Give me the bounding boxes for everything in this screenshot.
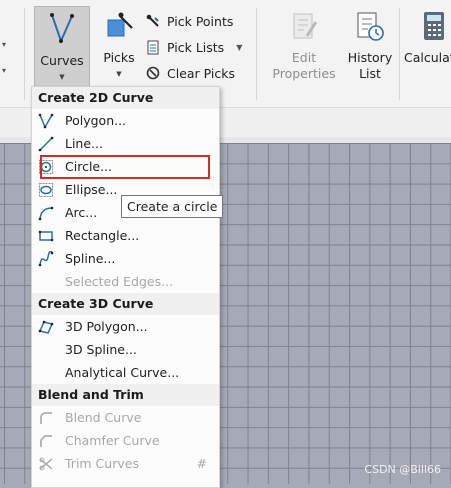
clear-picks-button[interactable]: Clear Picks (146, 63, 235, 83)
history-list-icon (357, 12, 384, 41)
chevron-down-icon: ▼ (116, 70, 122, 78)
picks-button[interactable]: Picks ▼ (96, 8, 142, 92)
menu-item-label: Rectangle... (65, 228, 140, 243)
pick-lists-icon (147, 40, 159, 54)
pick-points-label: Pick Points (167, 13, 234, 29)
pick-points-button[interactable]: Pick Points (146, 11, 233, 31)
ribbon-separator (399, 8, 400, 100)
ribbon-separator (256, 8, 257, 100)
calculator-icon (424, 12, 444, 40)
curves-menu: Create 2D Curve Polygon... Line... Circl… (31, 86, 220, 488)
menu-item-rectangle[interactable]: Rectangle... (32, 224, 219, 247)
chevron-down-icon: ▼ (59, 73, 65, 81)
arc-icon (38, 206, 54, 221)
menu-item-line[interactable]: Line... (32, 132, 219, 155)
menu-item-label: Chamfer Curve (65, 433, 160, 448)
menu-section-2d: Create 2D Curve (32, 87, 219, 109)
calculator-label: Calculat (404, 50, 451, 65)
menu-item-chamfer-curve[interactable]: Chamfer Curve (32, 429, 219, 452)
menu-item-trim-curves[interactable]: Trim Curves # (32, 452, 219, 475)
edit-properties-label-2: Properties (272, 66, 336, 81)
calculator-button[interactable]: Calculat (404, 8, 451, 92)
polygon-icon (38, 113, 54, 129)
history-list-button[interactable]: History List (344, 8, 396, 92)
pick-points-icon (146, 14, 159, 27)
edit-properties-label-1: Edit (291, 50, 317, 65)
pick-lists-label: Pick Lists (167, 39, 225, 55)
curves-icon (50, 13, 74, 44)
menu-item-label: Selected Edges... (65, 274, 174, 289)
spline-icon (38, 251, 54, 267)
menu-item-label: 3D Spline... (65, 342, 137, 357)
menu-item-blend-curve[interactable]: Blend Curve (32, 406, 219, 429)
menu-item-selected-edges[interactable]: Selected Edges... (32, 270, 219, 293)
circle-highlight-box (40, 155, 210, 179)
rectangle-icon (38, 230, 54, 242)
watermark: CSDN @Bill66 (364, 463, 441, 476)
trim-curves-icon (39, 457, 53, 471)
menu-item-label: Line... (65, 136, 103, 151)
menu-item-label: Trim Curves (65, 456, 139, 471)
edit-properties-button[interactable]: Edit Properties (268, 8, 340, 92)
curves-button[interactable]: Curves ▼ (34, 6, 90, 94)
menu-item-label: 3D Polygon... (65, 319, 148, 334)
clear-picks-icon (146, 66, 160, 79)
menu-section-3d: Create 3D Curve (32, 293, 219, 315)
ellipse-icon (39, 183, 53, 197)
menu-item-label: Polygon... (65, 113, 127, 128)
picks-label: Picks (103, 50, 135, 65)
menu-item-label: Arc... (65, 205, 98, 220)
menu-item-label: Spline... (65, 251, 116, 266)
ribbon-separator (24, 8, 25, 100)
ribbon-left-dropdown-arrow-2[interactable]: ▾ (2, 66, 6, 75)
menu-item-label: Blend Curve (65, 410, 142, 425)
menu-section-blend: Blend and Trim (32, 384, 219, 406)
menu-item-analytical-curve[interactable]: Analytical Curve... (32, 361, 219, 384)
picks-icon (107, 12, 133, 37)
line-icon (38, 136, 54, 152)
menu-item-3d-polygon[interactable]: 3D Polygon... (32, 315, 219, 338)
pick-lists-button[interactable]: Pick Lists ▼ (146, 37, 242, 57)
chevron-down-icon: ▼ (236, 42, 243, 52)
menu-item-label: Analytical Curve... (65, 365, 180, 380)
menu-item-3d-spline[interactable]: 3D Spline... (32, 338, 219, 361)
menu-item-label: Ellipse... (65, 182, 118, 197)
clear-picks-label: Clear Picks (167, 65, 236, 81)
menu-item-polygon[interactable]: Polygon... (32, 109, 219, 132)
ribbon-left-dropdown-arrow[interactable]: ▾ (2, 40, 6, 49)
menu-item-spline[interactable]: Spline... (32, 247, 219, 270)
history-list-label-1: History (347, 50, 393, 65)
blend-curve-icon (40, 412, 52, 424)
edit-properties-icon (293, 13, 318, 39)
tooltip: Create a circle (121, 195, 224, 218)
menu-item-shortcut: # (196, 456, 207, 471)
polygon-3d-icon (38, 320, 54, 334)
history-list-label-2: List (359, 66, 381, 81)
chamfer-curve-icon (40, 435, 52, 447)
curves-label: Curves (40, 53, 84, 68)
